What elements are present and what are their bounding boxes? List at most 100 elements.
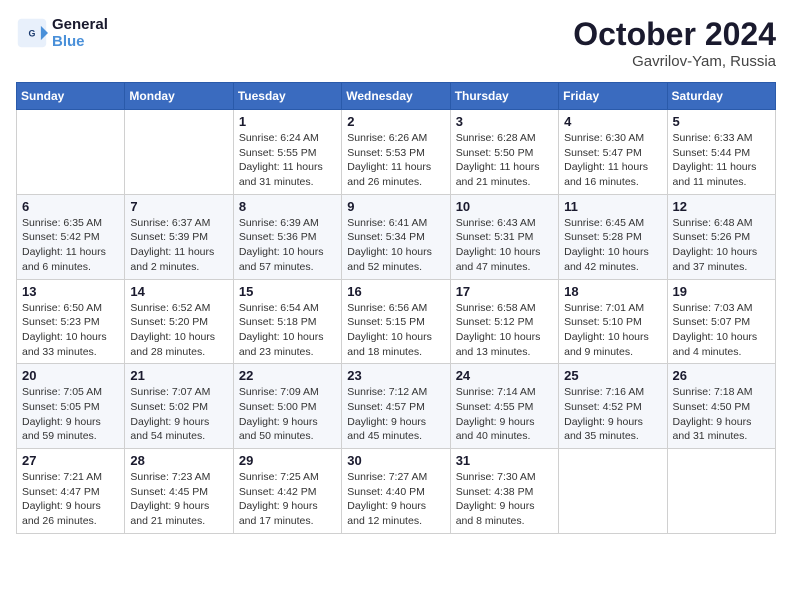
day-number: 29	[239, 453, 336, 468]
day-detail: Sunrise: 7:16 AMSunset: 4:52 PMDaylight:…	[564, 385, 661, 444]
calendar-cell: 18Sunrise: 7:01 AMSunset: 5:10 PMDayligh…	[559, 279, 667, 364]
weekday-header-saturday: Saturday	[667, 83, 775, 110]
calendar-cell	[559, 449, 667, 534]
page-header: G General Blue October 2024 Gavrilov-Yam…	[16, 16, 776, 70]
calendar-cell: 14 Sunrise: 6:52 AMSunset: 5:20 PMDayligh…	[125, 279, 233, 364]
calendar-week-1: 1 Sunrise: 6:24 AMSunset: 5:55 PMDaylight…	[17, 110, 776, 195]
calendar-cell: 21Sunrise: 7:07 AMSunset: 5:02 PMDayligh…	[125, 364, 233, 449]
day-detail: Sunrise: 7:30 AMSunset: 4:38 PMDaylight:…	[456, 470, 553, 529]
day-detail: Sunrise: 6:45 AMSunset: 5:28 PMDaylight:…	[564, 216, 661, 275]
day-detail: Sunrise: 6:52 AMSunset: 5:20 PMDaylight:…	[130, 301, 227, 360]
calendar-cell: 2Sunrise: 6:26 AMSunset: 5:53 PMDaylight…	[342, 110, 450, 195]
weekday-header-row: SundayMondayTuesdayWednesdayThursdayFrid…	[17, 83, 776, 110]
day-number: 11	[564, 199, 661, 214]
calendar-cell	[667, 449, 775, 534]
weekday-header-sunday: Sunday	[17, 83, 125, 110]
day-number: 10	[456, 199, 553, 214]
weekday-header-wednesday: Wednesday	[342, 83, 450, 110]
calendar-cell: 27 Sunrise: 7:21 AMSunset: 4:47 PMDayligh…	[17, 449, 125, 534]
calendar-cell: 26 Sunrise: 7:18 AMSunset: 4:50 PMDayligh…	[667, 364, 775, 449]
calendar-cell	[125, 110, 233, 195]
day-detail: Sunrise: 6:50 AMSunset: 5:23 PMDaylight:…	[22, 301, 119, 360]
calendar-cell: 7Sunrise: 6:37 AMSunset: 5:39 PMDaylight…	[125, 194, 233, 279]
day-number: 13	[22, 284, 119, 299]
day-number: 27	[22, 453, 119, 468]
day-number: 22	[239, 368, 336, 383]
day-detail: Sunrise: 7:18 AMSunset: 4:50 PMDaylight:…	[673, 385, 770, 444]
calendar-cell: 17 Sunrise: 6:58 AMSunset: 5:12 PMDayligh…	[450, 279, 558, 364]
day-number: 6	[22, 199, 119, 214]
day-detail: Sunrise: 7:12 AMSunset: 4:57 PMDaylight:…	[347, 385, 444, 444]
day-number: 23	[347, 368, 444, 383]
day-number: 5	[673, 114, 770, 129]
calendar-cell: 5 Sunrise: 6:33 AMSunset: 5:44 PMDaylight…	[667, 110, 775, 195]
calendar-week-4: 20 Sunrise: 7:05 AMSunset: 5:05 PMDayligh…	[17, 364, 776, 449]
calendar-cell: 6 Sunrise: 6:35 AMSunset: 5:42 PMDaylight…	[17, 194, 125, 279]
day-number: 28	[130, 453, 227, 468]
day-number: 12	[673, 199, 770, 214]
day-number: 17	[456, 284, 553, 299]
day-detail: Sunrise: 6:28 AMSunset: 5:50 PMDaylight:…	[456, 131, 553, 190]
day-detail: Sunrise: 6:24 AMSunset: 5:55 PMDaylight:…	[239, 131, 336, 190]
calendar-cell: 1 Sunrise: 6:24 AMSunset: 5:55 PMDaylight…	[233, 110, 341, 195]
calendar-cell: 8 Sunrise: 6:39 AMSunset: 5:36 PMDaylight…	[233, 194, 341, 279]
calendar-cell: 25 Sunrise: 7:16 AMSunset: 4:52 PMDayligh…	[559, 364, 667, 449]
calendar-cell: 12 Sunrise: 6:48 AMSunset: 5:26 PMDayligh…	[667, 194, 775, 279]
calendar-cell	[17, 110, 125, 195]
day-detail: Sunrise: 6:35 AMSunset: 5:42 PMDaylight:…	[22, 216, 119, 275]
calendar-cell: 16 Sunrise: 6:56 AMSunset: 5:15 PMDayligh…	[342, 279, 450, 364]
calendar-cell: 4 Sunrise: 6:30 AMSunset: 5:47 PMDaylight…	[559, 110, 667, 195]
day-number: 3	[456, 114, 553, 129]
calendar-week-2: 6 Sunrise: 6:35 AMSunset: 5:42 PMDaylight…	[17, 194, 776, 279]
day-detail: Sunrise: 6:39 AMSunset: 5:36 PMDaylight:…	[239, 216, 336, 275]
day-number: 26	[673, 368, 770, 383]
day-detail: Sunrise: 7:03 AMSunset: 5:07 PMDaylight:…	[673, 301, 770, 360]
calendar-cell: 30 Sunrise: 7:27 AMSunset: 4:40 PMDayligh…	[342, 449, 450, 534]
logo: G General Blue	[16, 16, 108, 50]
day-number: 9	[347, 199, 444, 214]
day-detail: Sunrise: 6:43 AMSunset: 5:31 PMDaylight:…	[456, 216, 553, 275]
day-detail: Sunrise: 7:27 AMSunset: 4:40 PMDaylight:…	[347, 470, 444, 529]
day-detail: Sunrise: 7:23 AMSunset: 4:45 PMDaylight:…	[130, 470, 227, 529]
day-detail: Sunrise: 6:54 AMSunset: 5:18 PMDaylight:…	[239, 301, 336, 360]
day-number: 8	[239, 199, 336, 214]
day-number: 30	[347, 453, 444, 468]
day-detail: Sunrise: 7:14 AMSunset: 4:55 PMDaylight:…	[456, 385, 553, 444]
calendar-cell: 9Sunrise: 6:41 AMSunset: 5:34 PMDaylight…	[342, 194, 450, 279]
day-detail: Sunrise: 6:30 AMSunset: 5:47 PMDaylight:…	[564, 131, 661, 190]
day-detail: Sunrise: 6:56 AMSunset: 5:15 PMDaylight:…	[347, 301, 444, 360]
day-detail: Sunrise: 7:05 AMSunset: 5:05 PMDaylight:…	[22, 385, 119, 444]
calendar-cell: 24 Sunrise: 7:14 AMSunset: 4:55 PMDayligh…	[450, 364, 558, 449]
weekday-header-friday: Friday	[559, 83, 667, 110]
day-detail: Sunrise: 6:48 AMSunset: 5:26 PMDaylight:…	[673, 216, 770, 275]
day-number: 1	[239, 114, 336, 129]
day-detail: Sunrise: 7:25 AMSunset: 4:42 PMDaylight:…	[239, 470, 336, 529]
calendar-cell: 10 Sunrise: 6:43 AMSunset: 5:31 PMDayligh…	[450, 194, 558, 279]
calendar-cell: 29 Sunrise: 7:25 AMSunset: 4:42 PMDayligh…	[233, 449, 341, 534]
day-number: 15	[239, 284, 336, 299]
day-detail: Sunrise: 6:33 AMSunset: 5:44 PMDaylight:…	[673, 131, 770, 190]
day-number: 24	[456, 368, 553, 383]
day-number: 14	[130, 284, 227, 299]
day-number: 25	[564, 368, 661, 383]
location: Gavrilov-Yam, Russia	[573, 53, 776, 70]
day-number: 4	[564, 114, 661, 129]
day-number: 20	[22, 368, 119, 383]
day-number: 2	[347, 114, 444, 129]
calendar-week-3: 13 Sunrise: 6:50 AMSunset: 5:23 PMDayligh…	[17, 279, 776, 364]
logo-text: General Blue	[52, 16, 108, 50]
calendar-cell: 31Sunrise: 7:30 AMSunset: 4:38 PMDayligh…	[450, 449, 558, 534]
calendar-cell: 19 Sunrise: 7:03 AMSunset: 5:07 PMDayligh…	[667, 279, 775, 364]
day-detail: Sunrise: 7:07 AMSunset: 5:02 PMDaylight:…	[130, 385, 227, 444]
day-detail: Sunrise: 7:09 AMSunset: 5:00 PMDaylight:…	[239, 385, 336, 444]
day-number: 19	[673, 284, 770, 299]
calendar-cell: 22 Sunrise: 7:09 AMSunset: 5:00 PMDayligh…	[233, 364, 341, 449]
day-detail: Sunrise: 6:58 AMSunset: 5:12 PMDaylight:…	[456, 301, 553, 360]
day-detail: Sunrise: 7:21 AMSunset: 4:47 PMDaylight:…	[22, 470, 119, 529]
calendar-cell: 13 Sunrise: 6:50 AMSunset: 5:23 PMDayligh…	[17, 279, 125, 364]
day-number: 7	[130, 199, 227, 214]
day-number: 16	[347, 284, 444, 299]
calendar-cell: 20 Sunrise: 7:05 AMSunset: 5:05 PMDayligh…	[17, 364, 125, 449]
calendar-week-5: 27 Sunrise: 7:21 AMSunset: 4:47 PMDayligh…	[17, 449, 776, 534]
month-title: October 2024	[573, 16, 776, 53]
